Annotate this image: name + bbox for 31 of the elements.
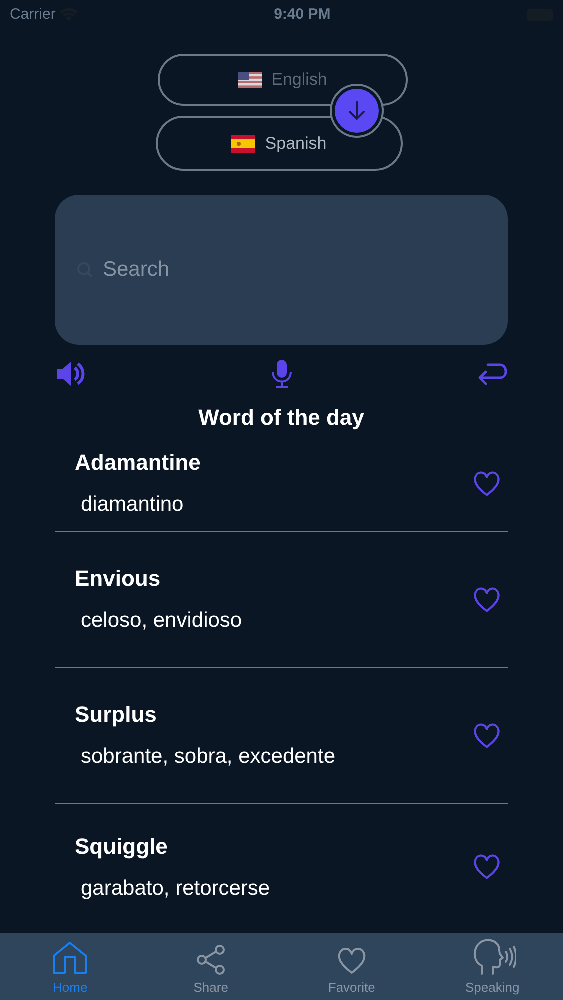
search-input[interactable]: Search bbox=[103, 254, 486, 286]
return-arrow-icon[interactable] bbox=[476, 361, 508, 387]
translation-text: garabato, retorcerse bbox=[80, 876, 270, 902]
home-icon bbox=[51, 940, 90, 976]
word-text: Squiggle bbox=[75, 832, 169, 861]
arrow-down-icon bbox=[346, 100, 366, 122]
heart-icon[interactable] bbox=[472, 470, 502, 498]
translation-text: sobrante, sobra, excedente bbox=[80, 744, 336, 770]
carrier-label: Carrier bbox=[10, 4, 56, 25]
word-row[interactable]: Surplus sobrante, sobra, excedente bbox=[55, 668, 508, 804]
speaker-icon[interactable] bbox=[55, 360, 87, 388]
search-field[interactable]: Search bbox=[55, 195, 508, 345]
translation-text: celoso, envidioso bbox=[80, 608, 242, 634]
word-row[interactable]: Squiggle garabato, retorcerse bbox=[55, 804, 508, 930]
heart-icon[interactable] bbox=[472, 586, 502, 614]
word-text: Envious bbox=[75, 565, 162, 594]
translation-text: diamantino bbox=[80, 492, 185, 518]
word-text: Surplus bbox=[75, 701, 158, 730]
heart-icon bbox=[336, 946, 368, 976]
status-time: 9:40 PM bbox=[274, 4, 331, 25]
swap-languages-button[interactable] bbox=[332, 86, 382, 136]
share-icon bbox=[196, 944, 226, 976]
us-flag-icon bbox=[238, 72, 262, 88]
heart-icon[interactable] bbox=[472, 722, 502, 750]
word-row[interactable]: Adamantine diamantino bbox=[55, 436, 508, 532]
spain-flag-icon bbox=[231, 134, 256, 152]
word-row[interactable]: Envious celoso, envidioso bbox=[55, 532, 508, 668]
heart-icon[interactable] bbox=[472, 853, 502, 881]
word-text: Adamantine bbox=[75, 449, 201, 478]
section-title: Word of the day bbox=[198, 404, 366, 432]
microphone-icon[interactable] bbox=[270, 359, 292, 389]
